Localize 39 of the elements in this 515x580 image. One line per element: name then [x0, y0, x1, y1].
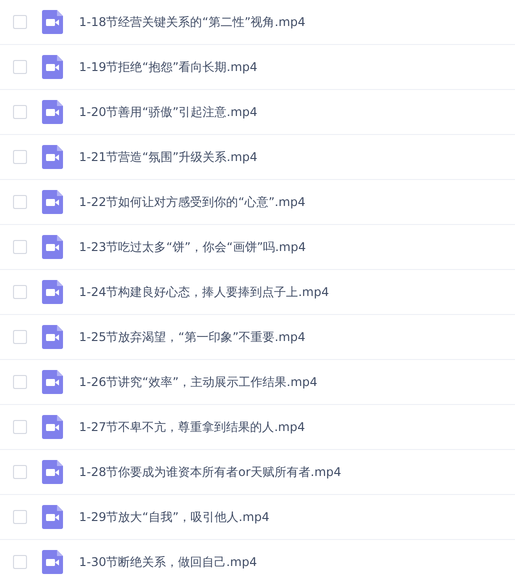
video-file-icon: [42, 415, 63, 439]
file-name[interactable]: 1-18节经营关键关系的“第二性”视角.mp4: [79, 13, 306, 31]
file-name[interactable]: 1-24节构建良好心态，捧人要捧到点子上.mp4: [79, 283, 329, 301]
video-file-icon: [42, 325, 63, 349]
checkbox[interactable]: [13, 240, 27, 254]
file-name[interactable]: 1-19节拒绝“抱怨”看向长期.mp4: [79, 58, 258, 76]
checkbox[interactable]: [13, 285, 27, 299]
file-name[interactable]: 1-23节吃过太多“饼”，你会“画饼”吗.mp4: [79, 238, 306, 256]
video-file-icon: [42, 280, 63, 304]
checkbox[interactable]: [13, 330, 27, 344]
video-file-icon: [42, 190, 63, 214]
file-name[interactable]: 1-25节放弃渴望，“第一印象”不重要.mp4: [79, 328, 306, 346]
video-file-icon: [42, 550, 63, 574]
video-file-icon: [42, 505, 63, 529]
checkbox[interactable]: [13, 60, 27, 74]
video-file-icon: [42, 55, 63, 79]
checkbox[interactable]: [13, 510, 27, 524]
file-name[interactable]: 1-26节讲究“效率”，主动展示工作结果.mp4: [79, 373, 318, 391]
video-file-icon: [42, 100, 63, 124]
checkbox[interactable]: [13, 420, 27, 434]
file-name[interactable]: 1-21节营造“氛围”升级关系.mp4: [79, 148, 258, 166]
file-name[interactable]: 1-28节你要成为谁资本所有者or天赋所有者.mp4: [79, 463, 342, 481]
checkbox[interactable]: [13, 195, 27, 209]
checkbox[interactable]: [13, 150, 27, 164]
file-name[interactable]: 1-20节善用“骄傲”引起注意.mp4: [79, 103, 258, 121]
file-name[interactable]: 1-29节放大“自我”，吸引他人.mp4: [79, 508, 270, 526]
file-name[interactable]: 1-27节不卑不亢，尊重拿到结果的人.mp4: [79, 418, 305, 436]
checkbox[interactable]: [13, 465, 27, 479]
video-file-icon: [42, 145, 63, 169]
checkbox[interactable]: [13, 105, 27, 119]
video-file-icon: [42, 370, 63, 394]
file-name[interactable]: 1-22节如何让对方感受到你的“心意”.mp4: [79, 193, 306, 211]
file-name[interactable]: 1-30节断绝关系，做回自己.mp4: [79, 553, 257, 571]
checkbox[interactable]: [13, 555, 27, 569]
checkbox[interactable]: [13, 375, 27, 389]
video-file-icon: [42, 235, 63, 259]
checkbox[interactable]: [13, 15, 27, 29]
video-file-icon: [42, 460, 63, 484]
video-file-icon: [42, 10, 63, 34]
